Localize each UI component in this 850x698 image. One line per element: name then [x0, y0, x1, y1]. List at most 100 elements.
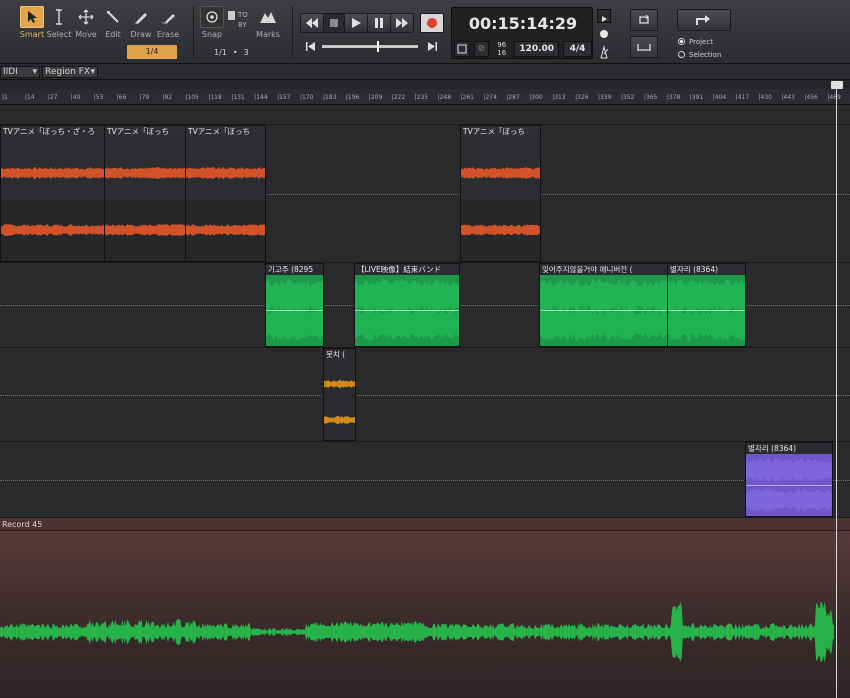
ruler-tick-label: |248	[437, 94, 452, 101]
waveform	[746, 458, 832, 512]
pause-button[interactable]	[367, 13, 391, 33]
loop-sync-icon[interactable]: ⊘	[473, 41, 490, 57]
rewind-button[interactable]	[300, 13, 324, 33]
timeline-ruler[interactable]: |1 |14 |27 |40 |53 |66 |79 |92 |105 |118 |131 |144 |…	[0, 89, 850, 105]
export-button[interactable]	[677, 9, 731, 31]
ruler-tick-label: |404	[712, 94, 727, 101]
track-dropdown-label: IIDI	[3, 67, 18, 77]
radio-selection-indicator	[678, 51, 685, 58]
audio-clip[interactable]: TVアニメ「ぼっち・ざ・ろ	[0, 125, 105, 262]
track-dropdown[interactable]: IIDI ▾	[0, 66, 40, 78]
ruler-tick-label: |261	[460, 94, 474, 101]
ruler-tick-label: |469	[827, 94, 841, 101]
ruler-tick-label: |27	[47, 94, 58, 101]
marks-button[interactable]: Marks	[254, 6, 282, 42]
waveform	[266, 279, 323, 341]
region-fx-dropdown[interactable]: Region FX ▾	[42, 66, 98, 78]
ruler-tick-label: |157	[277, 94, 291, 101]
metronome-sync-icon[interactable]	[454, 41, 470, 57]
fast-forward-icon	[396, 18, 408, 28]
waveform	[461, 137, 540, 261]
toggle-knob	[228, 11, 235, 20]
snap-row: 1/1 • 3	[200, 46, 282, 59]
metronome-icon[interactable]	[597, 44, 611, 59]
tempo-field[interactable]: 120.00	[514, 41, 559, 57]
slider-thumb[interactable]	[377, 41, 379, 52]
audio-clip[interactable]: 기고주 (8295	[265, 263, 324, 347]
to-by-toggle[interactable]: TO BY	[228, 9, 250, 31]
clip-title: TVアニメ「ぼっち	[105, 126, 185, 137]
snap-button[interactable]: Snap	[199, 6, 225, 42]
waveform	[0, 601, 834, 663]
fast-forward-button[interactable]	[390, 13, 414, 33]
move-cross-icon	[74, 6, 98, 28]
zero-line	[0, 479, 850, 481]
audio-clip[interactable]: 별자리 (8364)	[667, 263, 746, 347]
radio-selection[interactable]: Selection	[678, 49, 748, 60]
snap-count[interactable]: 3	[244, 48, 249, 57]
time-display[interactable]: 00:15:14:29	[452, 14, 594, 33]
pencil-icon	[129, 6, 153, 28]
play-button[interactable]	[344, 13, 368, 33]
ruler-tick-label: |430	[758, 94, 772, 101]
go-to-start-icon[interactable]	[306, 42, 315, 51]
punch-button[interactable]	[630, 36, 658, 58]
clip-title: TVアニメ「ぼっち・ざ・ろ	[1, 126, 104, 137]
tool-erase[interactable]: Erase	[155, 6, 181, 42]
dot-icon: •	[232, 48, 238, 57]
transport-menu-button[interactable]	[597, 9, 611, 23]
audio-clip[interactable]: TVアニメ「ぼっち	[104, 125, 186, 262]
radio-project-indicator	[678, 38, 685, 45]
end-marker[interactable]	[831, 81, 843, 89]
stop-icon	[330, 19, 338, 27]
record-lane-title: Record 45	[0, 518, 850, 531]
ruler-tick-label: |391	[689, 94, 704, 101]
snap-value-field[interactable]: 1/4	[127, 45, 177, 59]
clip-title: 별자리 (8364)	[668, 264, 745, 275]
ruler-tick-label: |417	[735, 94, 750, 101]
position-slider[interactable]	[300, 40, 444, 54]
audio-clip[interactable]: 별자리 (8364)	[745, 442, 833, 517]
audio-clip[interactable]: 잊어주지않을거야 애니버전 (	[539, 263, 669, 347]
slider-track	[322, 45, 418, 48]
record-button[interactable]	[420, 13, 444, 33]
pause-icon	[375, 18, 383, 28]
daw-window: Smart Select Move Edit Draw Erase 1/4 Sn…	[0, 0, 850, 698]
divider	[292, 6, 293, 58]
track-lane-3: 못치 (	[0, 348, 850, 442]
ruler-tick-label: |170	[300, 94, 314, 101]
radio-project[interactable]: Project	[678, 36, 748, 47]
play-small-icon	[602, 16, 607, 22]
go-to-end-icon[interactable]	[428, 42, 437, 51]
snap-fraction[interactable]: 1/1	[214, 48, 227, 57]
audio-clip[interactable]: TVアニメ「ぼっち	[460, 125, 541, 262]
track-lane-2: 기고주 (8295 【LIVE映像】結束バンド 잊어주지않을거야 애니버전 ( …	[0, 263, 850, 348]
edit-tool-icon	[101, 6, 125, 28]
clip-title: 기고주 (8295	[266, 264, 323, 275]
export-icon	[696, 15, 710, 25]
playhead-cursor[interactable]	[836, 86, 837, 698]
rewind-icon	[306, 18, 318, 28]
ruler-tick-label: |222	[391, 94, 406, 101]
audio-clip[interactable]: TVアニメ「ぼっち	[185, 125, 266, 262]
clip-title: 【LIVE映像】結束バンド	[355, 264, 459, 275]
ruler-tick-label: |313	[552, 94, 566, 101]
tool-erase-label: Erase	[156, 30, 180, 39]
ruler-tick-label: |300	[529, 94, 543, 101]
audio-clip[interactable]: 【LIVE映像】結束バンド	[354, 263, 460, 347]
ruler-tick-label: |14	[24, 94, 35, 101]
record-dot-icon[interactable]	[600, 30, 608, 38]
time-sig-display[interactable]: 96 16	[493, 41, 510, 57]
meter-field[interactable]: 4/4	[562, 41, 593, 57]
track-lane-1: TVアニメ「ぼっち・ざ・ろ TVアニメ「ぼっち TVアニメ「ぼっち TVアニメ「…	[0, 125, 850, 263]
scope-radio-group: Project Selection	[678, 36, 748, 60]
ruler-tick-label: |92	[162, 94, 173, 101]
chevron-down-icon: ▾	[90, 67, 95, 77]
waveform	[1, 137, 104, 261]
clip-title: 별자리 (8364)	[746, 443, 832, 454]
audio-clip[interactable]: 못치 (	[323, 348, 356, 441]
record-lane[interactable]: Record 45	[0, 518, 850, 698]
stop-button[interactable]	[323, 13, 345, 33]
time-sig-bottom: 16	[497, 49, 507, 57]
loop-button[interactable]	[630, 9, 658, 31]
